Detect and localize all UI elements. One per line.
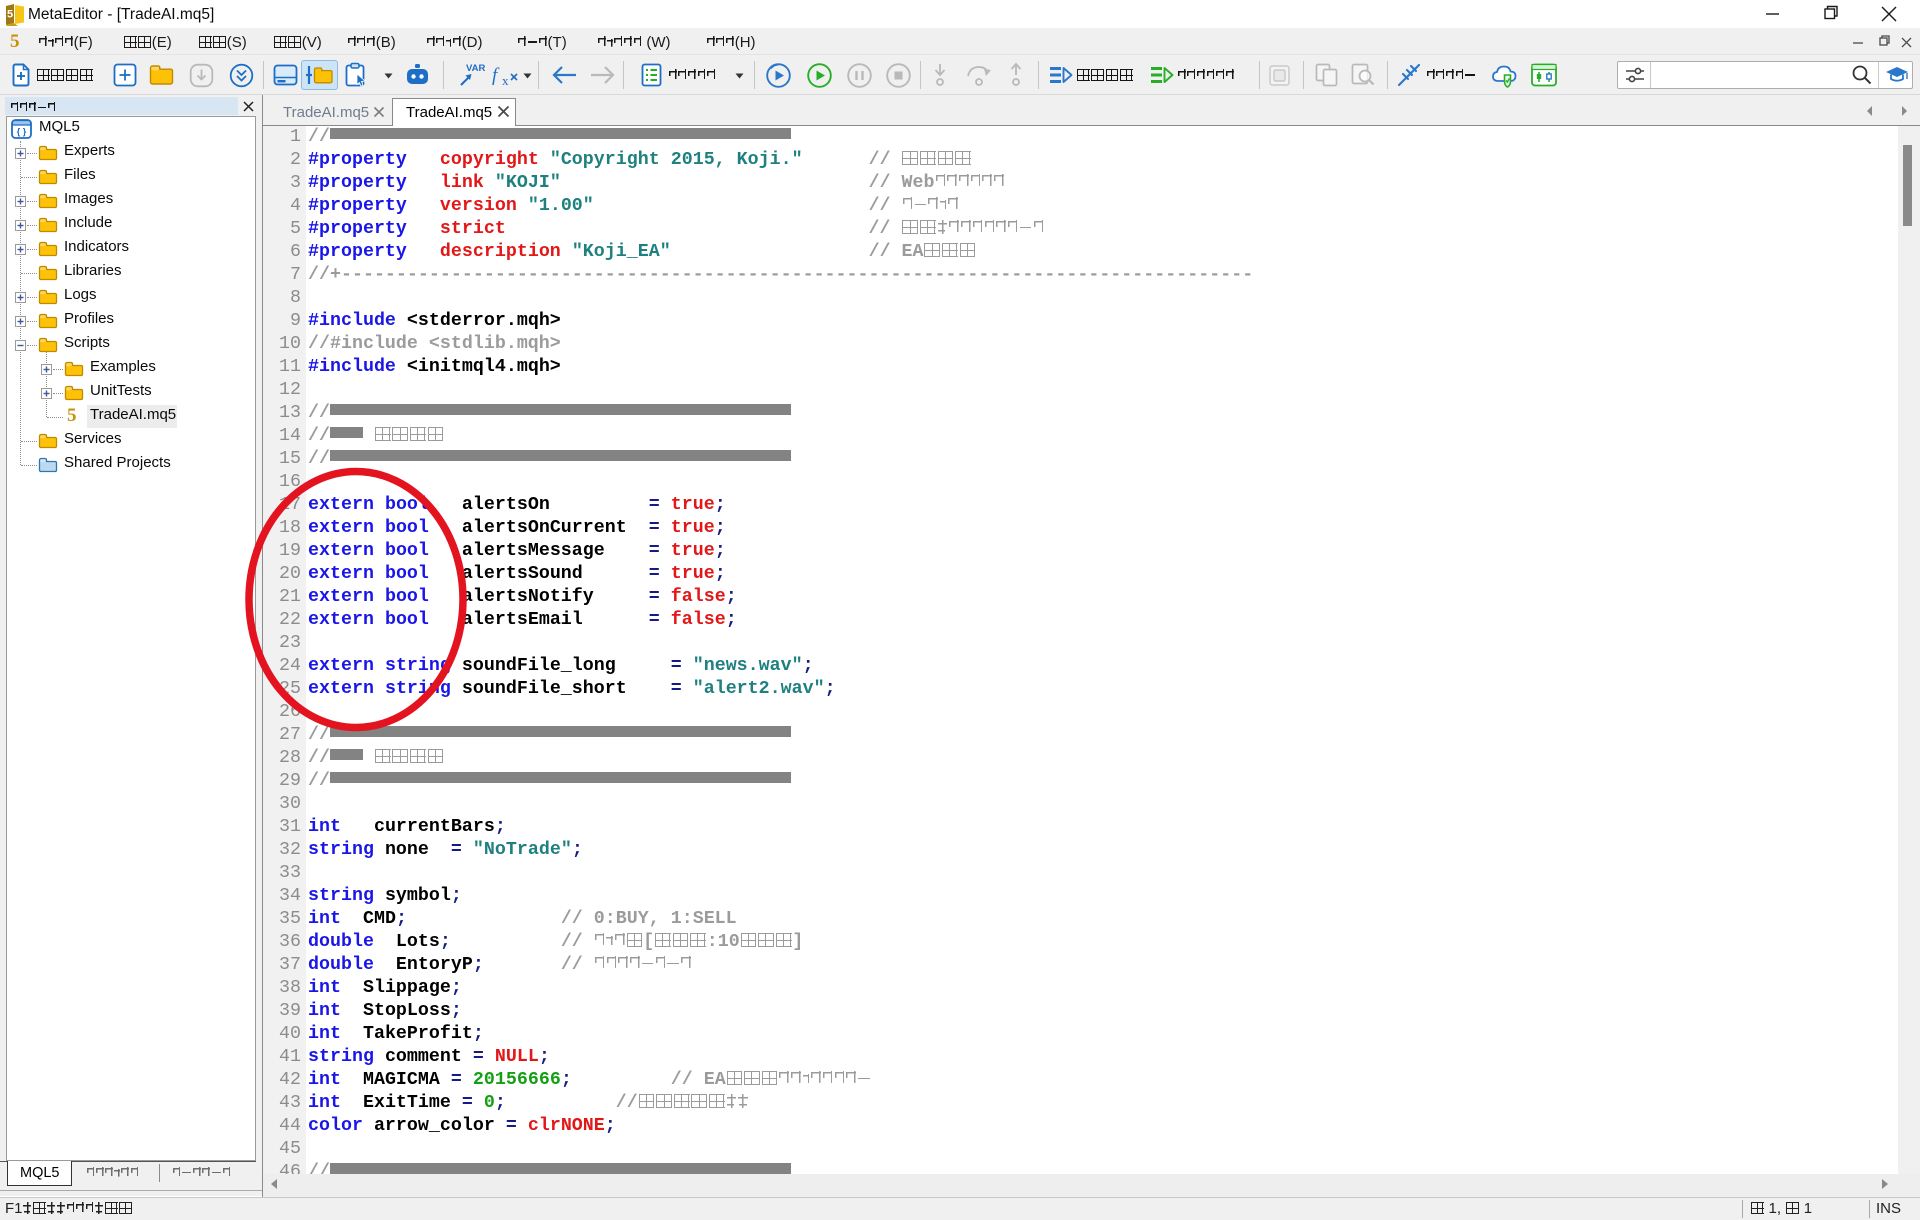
svg-text:5: 5 <box>7 9 13 21</box>
svg-text:VAR: VAR <box>466 63 485 74</box>
svg-text:x: x <box>502 73 509 88</box>
svg-text:{ }: { } <box>17 127 27 137</box>
svg-text:f: f <box>492 65 500 86</box>
